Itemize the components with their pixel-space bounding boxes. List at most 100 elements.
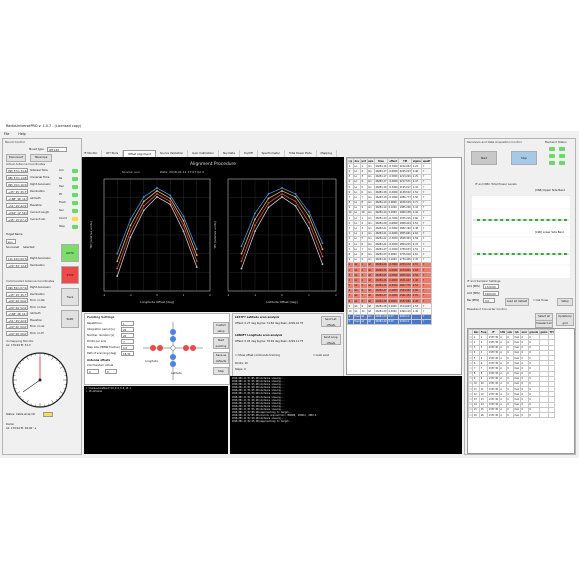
pointing-setting-field[interactable]: 1 xyxy=(121,321,134,326)
coord-value: +00° 00' 00.0'' xyxy=(6,330,28,336)
lo2-field[interactable]: 1000.00 xyxy=(483,291,499,296)
points-count: Points: 10 xyxy=(235,362,248,365)
radar-readout: Az: 179.94 El: 09.00 ' a xyxy=(6,427,37,430)
tab-on-off[interactable]: On/Off xyxy=(240,150,258,157)
table-cell: 0 xyxy=(527,411,540,419)
table-cell: all xyxy=(359,318,368,326)
stop-acq-button[interactable]: Stop xyxy=(511,151,537,165)
pointing-setting-field[interactable]: 0.5 xyxy=(121,345,134,350)
tab-mapping[interactable]: Mapping xyxy=(317,150,338,157)
compass-label: Unmapping Monitor xyxy=(6,339,34,343)
stop-pointing-button[interactable]: Stop xyxy=(213,367,229,375)
mount-type-select[interactable]: WP 150 xyxy=(47,147,67,152)
lat-scan-label: LDN9F7 Longitude scan analysis xyxy=(235,334,283,337)
stop-button[interactable]: STOP xyxy=(61,266,79,284)
coord-label: Error on Dec xyxy=(30,305,47,309)
x-tick-label: 2 xyxy=(209,293,211,297)
data-point-1-0-3 xyxy=(281,187,283,189)
chart-date: Date: 2018-01-11 17:07:02.4 xyxy=(160,170,204,174)
data-point-0-3-3 xyxy=(156,196,158,198)
data-point-0-0-0 xyxy=(116,252,119,255)
send-lat-offsets-button[interactable]: Send Lat. offsets xyxy=(321,316,341,327)
update-by-grid-button[interactable]: Update by grid xyxy=(556,313,574,326)
data-point-0-0-3 xyxy=(156,187,158,189)
status-label: Dec xyxy=(59,185,65,188)
load-lo-default-button[interactable]: Load LO default xyxy=(505,298,529,306)
data-point-1-2-4 xyxy=(294,200,297,203)
data-point-1-2-0 xyxy=(240,260,243,263)
menu-help[interactable]: Help xyxy=(18,132,25,136)
data-point-1-2-1 xyxy=(254,224,256,227)
coord-label: Universal Time xyxy=(30,176,50,179)
table-cell: man xyxy=(512,411,521,419)
commanded-offset-value[interactable]: 0 xyxy=(87,369,99,374)
custom-setup-button[interactable]: Custom setup xyxy=(213,322,229,334)
tab-total-power-plots[interactable]: Total Power Plots xyxy=(285,150,317,157)
tab-rfi-tools[interactable]: RFI Tools xyxy=(102,150,124,157)
cal-tones-checkbox[interactable]: ☐ Cal Tones xyxy=(533,299,548,302)
main-tabs: IF Monitor RFI Tools Offset Alignment Sourc… xyxy=(80,150,462,157)
backend-led xyxy=(549,154,555,158)
save-defaults-button[interactable]: Save as defaults xyxy=(213,352,229,364)
table-cell: 0.03 xyxy=(387,318,400,326)
data-point-0-1-4 xyxy=(169,197,172,200)
coord-label: Error on Az xyxy=(30,325,45,328)
lsb-label: [LSB] Lower Side Band xyxy=(535,231,565,234)
pointing-setting-field[interactable]: 20 xyxy=(121,327,134,332)
setup-button[interactable]: Setup xyxy=(557,298,573,306)
data-point-0-3-6 xyxy=(195,266,198,269)
start-button[interactable]: Start xyxy=(471,151,497,165)
if-levels-label: IF and RBC Total Power Levels xyxy=(475,182,517,186)
pointing-settings-panel: Pointing Settings Antenna offsets Comman… xyxy=(84,313,230,385)
send-lon-offsets-button[interactable]: Send Long. offsets xyxy=(321,334,341,345)
lo1-field[interactable]: 1720.00 xyxy=(483,284,499,289)
pointing-setting-field[interactable]: 7 xyxy=(121,339,134,344)
tab-spectrometer[interactable]: Spectrometer xyxy=(258,150,285,157)
goto-button[interactable]: GOTO xyxy=(61,244,79,262)
tab-source-validation[interactable]: Source Validation xyxy=(156,150,189,157)
auto-send-checkbox[interactable]: ☐ Auto send xyxy=(313,354,329,357)
pointing-setting-label: Points per axis xyxy=(87,340,106,343)
coord-value: +00° 09' 52.0'' xyxy=(6,304,28,310)
status-led xyxy=(72,193,78,197)
tab-gain-calibration[interactable]: Gain Calibration xyxy=(188,150,219,157)
mount-control-label: Mount Control xyxy=(5,140,25,144)
data-point-0-0-5 xyxy=(182,215,185,218)
table-row[interactable]: b final all lat 46281.29 0.03 2229.11 Y xyxy=(347,318,432,326)
disconnect-button[interactable]: Disconnect xyxy=(6,154,26,162)
x-tick-label: -1 xyxy=(129,293,132,297)
receiver-panel: Receivers and Data Acquisition Control B… xyxy=(464,138,576,455)
show-offsets-checkbox[interactable]: ☐ Show offset commands tracking xyxy=(235,354,280,357)
menu-file[interactable]: File xyxy=(4,132,9,136)
target-name-field[interactable]: sun xyxy=(6,239,16,244)
deselect-all-button[interactable]: Deselect all xyxy=(535,320,553,328)
pointing-setting-field[interactable]: 20 xyxy=(121,333,134,338)
data-point-1-0-4 xyxy=(294,193,297,195)
mount-type-label: Mount type xyxy=(29,148,44,151)
bottom-console: 2018.001.11:51:05.29>>Antenna slewing...… xyxy=(230,376,462,454)
cable-status: Status: Cable wrap OK xyxy=(6,413,36,416)
chart-title: Alignment Procedure xyxy=(190,161,236,167)
tab-if-monitor[interactable]: IF Monitor xyxy=(80,150,103,157)
table-cell: 2229.11 xyxy=(398,318,413,326)
target-name-label: Target Name xyxy=(6,233,23,236)
pointing-setting-label: Integration period [s] xyxy=(87,328,115,331)
park-button[interactable]: PARK xyxy=(61,310,79,328)
table-cell xyxy=(538,411,549,419)
tab-offset-alignment[interactable]: Offset Alignment xyxy=(123,150,156,157)
telescope-button[interactable]: Telescope xyxy=(30,154,52,162)
pointing-setting-field[interactable]: 18.32 xyxy=(121,351,134,356)
table-row[interactable]: ☐ 16 16 1337.30 A 0 man 0 0 xyxy=(468,411,556,419)
actual-offset-value[interactable]: 0 xyxy=(105,369,117,374)
data-point-1-1-6 xyxy=(321,248,324,251)
coord-label: Right Ascension xyxy=(30,257,51,260)
coord-value: +51° 25' 42.9'' xyxy=(6,317,28,323)
scan-analysis-panel: LK37F7 Latitude scan analysis Offset: 0.… xyxy=(232,313,344,385)
coord-label: Current Longit. xyxy=(30,211,50,214)
bw-field[interactable]: 0.0 xyxy=(483,298,495,303)
start-pointing-button[interactable]: Start pointing xyxy=(213,337,229,349)
track-button[interactable]: Track xyxy=(61,288,79,306)
tab-sky-data[interactable]: Sky Data xyxy=(219,150,240,157)
x-tick-label: 2 xyxy=(335,293,337,297)
data-point-1-2-6 xyxy=(321,255,324,258)
